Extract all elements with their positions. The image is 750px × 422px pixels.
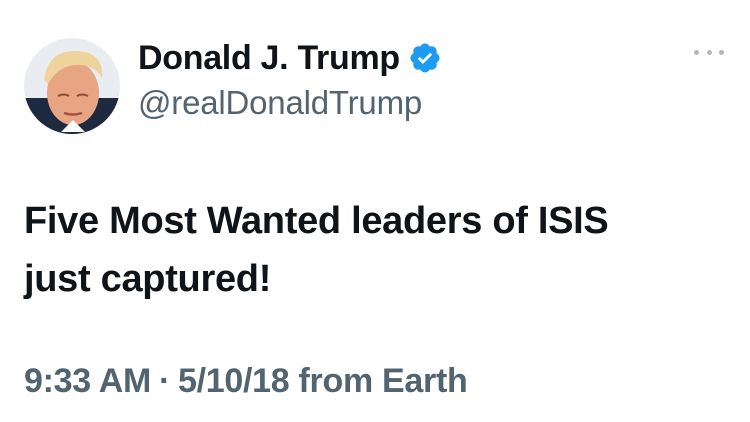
more-dot [694, 49, 699, 55]
more-dot [719, 49, 724, 55]
avatar[interactable] [24, 38, 120, 134]
meta-separator: · [159, 362, 171, 400]
tweet-time[interactable]: 9:33 AM [24, 362, 151, 400]
more-dot [706, 49, 712, 55]
tweet-text: Five Most Wanted leaders of ISIS just ca… [24, 200, 609, 300]
author-display-name[interactable]: Donald J. Trump [138, 39, 400, 78]
tweet-meta: 9:33 AM · 5/10/18 from Earth [24, 362, 468, 401]
verified-badge-icon [408, 41, 442, 75]
author-name-row: Donald J. Trump [138, 36, 442, 80]
more-options-icon[interactable] [694, 46, 724, 58]
tweet-date-source[interactable]: 5/10/18 from Earth [178, 362, 468, 400]
author-handle[interactable]: @realDonaldTrump [138, 84, 422, 122]
tweet-card: Donald J. Trump @realDonaldTrump Five Mo… [0, 0, 750, 422]
